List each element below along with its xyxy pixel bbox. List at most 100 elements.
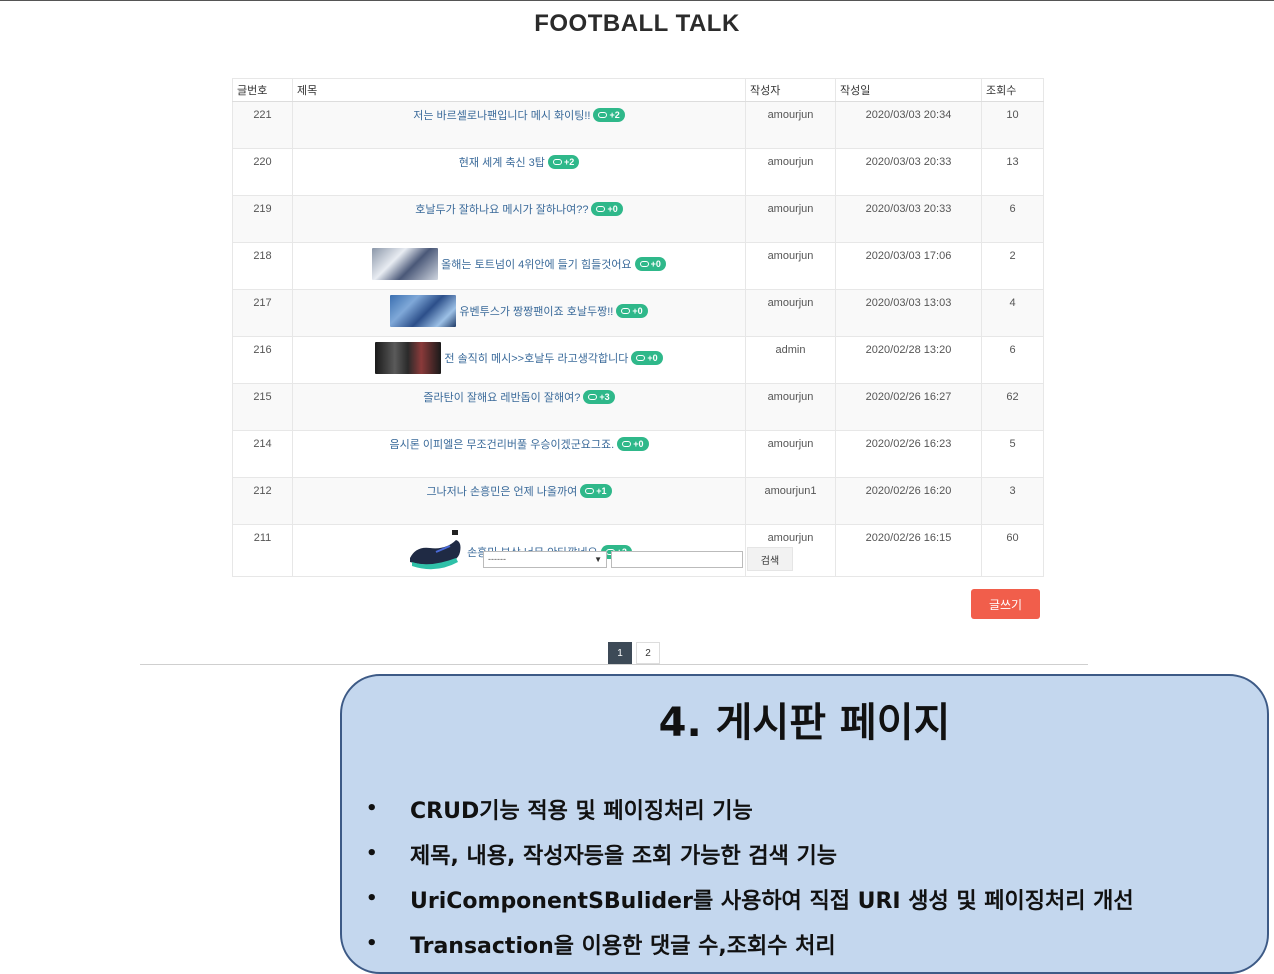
post-title-cell: 저는 바르셀로나팬입니다 메시 화이팅!! +2 [292, 101, 746, 149]
post-writer: amourjun [745, 289, 836, 337]
post-views: 6 [981, 336, 1044, 384]
post-date: 2020/03/03 20:33 [835, 195, 982, 243]
comment-count: +3 [599, 392, 610, 402]
feature-item: • CRUD기능 적용 및 페이징처리 기능 [366, 786, 1134, 831]
comment-count: +0 [632, 306, 643, 316]
post-views: 4 [981, 289, 1044, 337]
post-thumbnail[interactable] [390, 295, 457, 327]
post-title-link[interactable]: 호날두가 잘하나요 메시가 잘하나여?? [415, 201, 588, 217]
post-date: 2020/03/03 20:34 [835, 101, 982, 149]
table-row: 218 올해는 토트넘이 4위안에 들기 힘들것어요 +0 amourjun 2020/… [232, 242, 1044, 290]
post-title-link[interactable]: 유벤투스가 짱짱팬이죠 호날두짱!! [459, 303, 613, 319]
bullet-icon: • [366, 933, 378, 954]
board-table: 글번호 제목 작성자 작성일 조회수 221 저는 바르셀로나팬입니다 메시 화이… [232, 78, 1044, 577]
post-date: 2020/02/26 16:27 [835, 383, 982, 431]
post-number: 221 [232, 101, 293, 149]
feature-list: • CRUD기능 적용 및 페이징처리 기능 • 제목, 내용, 작성자등을 조회 … [366, 786, 1134, 966]
post-thumbnail[interactable] [372, 248, 439, 280]
post-title-link[interactable]: 즐라탄이 잘해요 레반돕이 잘해여? [423, 389, 580, 405]
chevron-down-icon: ▼ [594, 554, 602, 564]
feature-item: • 제목, 내용, 작성자등을 조회 가능한 검색 기능 [366, 831, 1134, 876]
post-title-link[interactable]: 음시론 이피엘은 무조건리버풀 우승이겠군요그죠. [389, 436, 614, 452]
search-input[interactable] [611, 550, 743, 568]
post-writer: amourjun [745, 430, 836, 478]
feature-text: 제목, 내용, 작성자등을 조회 가능한 검색 기능 [410, 843, 837, 869]
search-button[interactable]: 검색 [747, 547, 793, 571]
pagination: 1 2 [608, 642, 660, 664]
comment-bubble-icon [552, 159, 562, 165]
feature-text: Transaction을 이용한 댓글 수,조회수 처리 [410, 933, 836, 959]
comment-count: +1 [596, 486, 607, 496]
post-number: 219 [232, 195, 293, 243]
post-writer: amourjun1 [745, 477, 836, 525]
post-title-cell: 호날두가 잘하나요 메시가 잘하나여?? +0 [292, 195, 746, 243]
post-number: 216 [232, 336, 293, 384]
post-title-cell: 올해는 토트넘이 4위안에 들기 힘들것어요 +0 [292, 242, 746, 290]
post-date: 2020/02/26 16:23 [835, 430, 982, 478]
search-type-select[interactable]: ------ ▼ [483, 550, 607, 568]
post-date: 2020/02/28 13:20 [835, 336, 982, 384]
post-title-cell: 유벤투스가 짱짱팬이죠 호날두짱!! +0 [292, 289, 746, 337]
comment-bubble-icon [598, 112, 608, 118]
post-date: 2020/02/26 16:15 [835, 524, 982, 577]
comment-count: +0 [647, 353, 658, 363]
post-title-link[interactable]: 저는 바르셀로나팬입니다 메시 화이팅!! [413, 107, 590, 123]
panel-title: 4. 게시판 페이지 [658, 700, 951, 746]
page-button-2[interactable]: 2 [636, 642, 660, 664]
post-number: 214 [232, 430, 293, 478]
top-divider [0, 0, 1274, 1]
bullet-icon: • [366, 798, 378, 819]
post-number: 211 [232, 524, 293, 577]
post-writer: amourjun [745, 101, 836, 149]
post-title-cell: 음시론 이피엘은 무조건리버풀 우승이겠군요그죠. +0 [292, 430, 746, 478]
table-row: 220 현재 세계 축신 3탑 +2 amourjun 2020/03/03 20:33… [232, 148, 1044, 196]
bullet-icon: • [366, 888, 378, 909]
post-writer: amourjun [745, 148, 836, 196]
comment-count: +0 [607, 204, 618, 214]
post-date: 2020/03/03 17:06 [835, 242, 982, 290]
post-title-link[interactable]: 전 솔직히 메시>>호날두 라고생각합니다 [444, 350, 628, 366]
post-number: 215 [232, 383, 293, 431]
table-row: 215 즐라탄이 잘해요 레반돕이 잘해여? +3 amourjun 2020/02/2… [232, 383, 1044, 431]
comment-count: +2 [563, 157, 575, 167]
post-views: 2 [981, 242, 1044, 290]
comment-count-badge: +3 [583, 390, 615, 404]
post-title-link[interactable]: 올해는 토트넘이 4위안에 들기 힘들것어요 [441, 256, 631, 272]
comment-count-badge: +0 [616, 304, 648, 318]
comment-count: +2 [609, 110, 620, 120]
footer-divider [140, 664, 1088, 665]
comment-bubble-icon [585, 488, 595, 494]
comment-bubble-icon [596, 206, 606, 212]
feature-item: • UriComponentSBulider를 사용하여 직접 URI 생성 및 … [366, 876, 1134, 921]
col-header-views: 조회수 [981, 78, 1044, 102]
table-header-row: 글번호 제목 작성자 작성일 조회수 [232, 78, 1044, 102]
comment-count-badge: +0 [591, 202, 623, 216]
post-views: 62 [981, 383, 1044, 431]
comment-count-badge: +0 [631, 351, 663, 365]
comment-bubble-icon [622, 441, 632, 447]
col-header-no: 글번호 [232, 78, 293, 102]
post-title-link[interactable]: 그나저나 손흥민은 언제 나올까여 [426, 483, 577, 499]
post-number: 212 [232, 477, 293, 525]
comment-bubble-icon [639, 261, 649, 267]
col-header-title: 제목 [292, 78, 746, 102]
bullet-icon: • [366, 843, 378, 864]
post-number: 220 [232, 148, 293, 196]
comment-count-badge: +2 [593, 108, 625, 122]
post-thumbnail[interactable] [375, 342, 442, 374]
col-header-date: 작성일 [835, 78, 982, 102]
post-views: 13 [981, 148, 1044, 196]
post-date: 2020/03/03 20:33 [835, 148, 982, 196]
post-title-link[interactable]: 현재 세계 축신 3탑 [459, 154, 545, 170]
comment-count: +0 [650, 259, 661, 269]
post-date: 2020/03/03 13:03 [835, 289, 982, 337]
comment-bubble-icon [588, 394, 598, 400]
football-boot-thumbnail[interactable] [406, 528, 464, 576]
post-title-cell: 전 솔직히 메시>>호날두 라고생각합니다 +0 [292, 336, 746, 384]
table-row: 214 음시론 이피엘은 무조건리버풀 우승이겠군요그죠. +0 amourjun 20… [232, 430, 1044, 478]
comment-count-badge: +2 [547, 155, 580, 169]
page-button-1[interactable]: 1 [608, 642, 632, 664]
table-row: 219 호날두가 잘하나요 메시가 잘하나여?? +0 amourjun 2020/03… [232, 195, 1044, 243]
write-post-button[interactable]: 글쓰기 [971, 589, 1040, 619]
post-views: 6 [981, 195, 1044, 243]
